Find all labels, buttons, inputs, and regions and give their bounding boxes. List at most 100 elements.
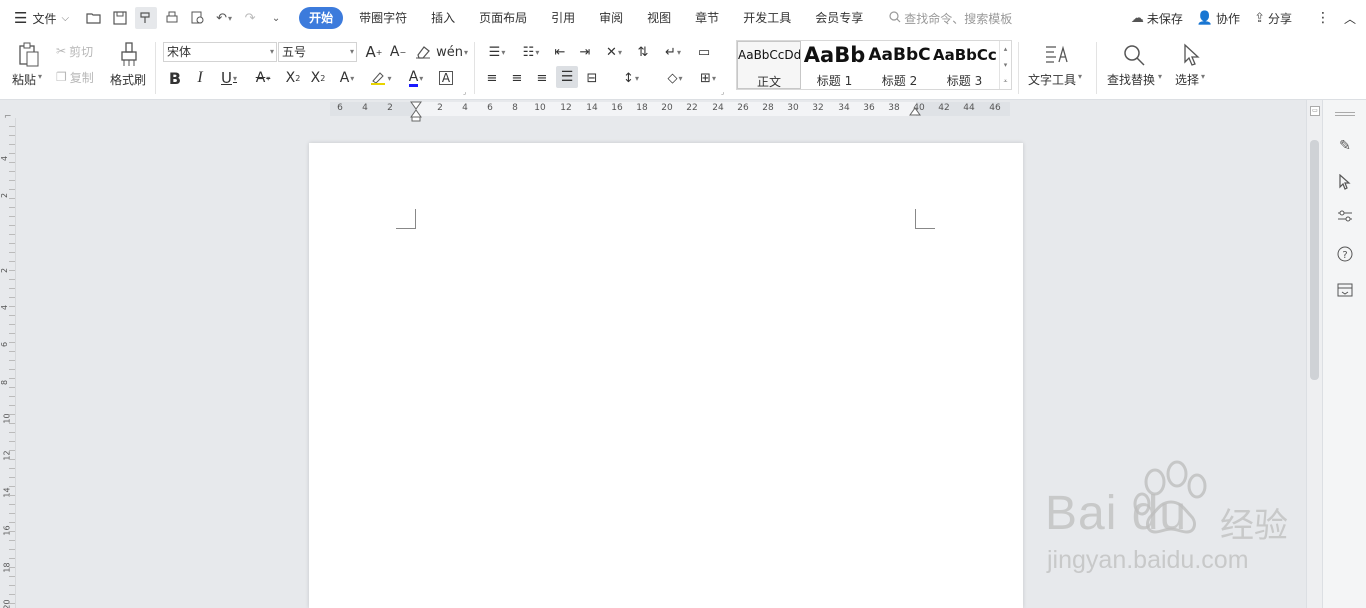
decrease-indent-icon[interactable]: ⇤	[550, 42, 570, 62]
right-indent-marker-icon[interactable]	[909, 106, 921, 116]
line-spacing-icon[interactable]: ↕ ▾	[616, 68, 646, 88]
format-painter-button[interactable]	[114, 40, 144, 70]
ruler-minor-tick	[9, 495, 15, 496]
clear-format-icon[interactable]	[413, 42, 433, 62]
collapse-ribbon-icon[interactable]: ︿	[1344, 10, 1356, 27]
grow-font-icon[interactable]: A +	[364, 42, 384, 62]
print-preview-icon[interactable]	[187, 7, 209, 29]
customize-toolbar-icon[interactable]: ⌄	[265, 7, 287, 29]
ruler-minor-tick	[9, 549, 15, 550]
chinese-layout-icon[interactable]: ✕ ▾	[600, 42, 628, 62]
vertical-scrollbar[interactable]: ▭	[1306, 100, 1322, 608]
tab-page-layout[interactable]: 页面布局	[467, 7, 539, 29]
unsaved-status-button[interactable]: ☁ 未保存	[1131, 10, 1183, 27]
command-search[interactable]: 查找命令、搜索模板	[889, 10, 1012, 27]
paste-dropdown-icon[interactable]: ▾	[38, 72, 42, 81]
ruler-tick-label: 2	[0, 192, 10, 199]
text-effect-icon[interactable]: A ▾	[333, 68, 361, 88]
show-marks-icon[interactable]: ↵ ▾	[658, 42, 688, 62]
vertical-ruler[interactable]: 4 2 2 4 6 8 10 12 14 16 18 20	[0, 118, 16, 608]
style-heading-1[interactable]: AaBb 标题 1	[803, 41, 866, 89]
find-replace-button[interactable]	[1118, 40, 1150, 70]
tab-enclosed-chars[interactable]: 带圈字符	[347, 7, 419, 29]
styles-gallery: AaBbCcDd 正文 AaBb 标题 1 AaBbC 标题 2 AaBbCc …	[736, 40, 1012, 90]
sort-icon[interactable]: ⇅	[633, 42, 653, 62]
scrollbar-thumb[interactable]	[1310, 140, 1319, 380]
tab-references[interactable]: 引用	[539, 7, 587, 29]
align-left-icon[interactable]: ≡	[482, 68, 502, 88]
paste-button[interactable]	[12, 40, 46, 70]
ruler-tick-label: 34	[838, 103, 850, 113]
paragraph-dialog-launcher-icon[interactable]: ⌟	[721, 88, 724, 96]
font-name-select[interactable]: 宋体 ▾	[163, 42, 277, 62]
bullets-icon[interactable]: ☰ ▾	[482, 42, 512, 62]
ruler-toggle-icon[interactable]: ▭	[693, 42, 715, 62]
save-icon[interactable]	[109, 7, 131, 29]
tab-chapter[interactable]: 章节	[683, 7, 731, 29]
distributed-icon[interactable]: ⊟	[582, 68, 602, 88]
style-heading-2[interactable]: AaBbC 标题 2	[868, 41, 931, 89]
style-heading-3[interactable]: AaBbCc 标题 3	[933, 41, 996, 89]
numbering-icon[interactable]: ☷ ▾	[516, 42, 546, 62]
collaborate-button[interactable]: 👤 协作	[1197, 10, 1240, 27]
ruler-minor-tick	[9, 450, 15, 451]
ruler-minor-tick	[9, 135, 15, 136]
horizontal-ruler[interactable]: 6 4 2 2 4 6 8 10 12 14 16 18 20 22 24 26 28 30 32 34 36 38 40 4…	[0, 100, 1306, 122]
cursor-select-icon[interactable]	[1335, 172, 1355, 192]
strikethrough-icon[interactable]: A ▾	[249, 68, 277, 88]
borders-icon[interactable]: ⊞ ▾	[694, 68, 722, 88]
align-right-icon[interactable]: ≡	[532, 68, 552, 88]
shrink-font-icon[interactable]: A −	[388, 42, 408, 62]
shading-icon[interactable]: ◇ ▾	[660, 68, 690, 88]
subscript-icon[interactable]: X2	[307, 68, 329, 88]
share-button[interactable]: ⇪ 分享	[1254, 10, 1292, 27]
text-tools-icon	[1046, 45, 1068, 63]
split-view-icon[interactable]: ▭	[1310, 106, 1320, 116]
tab-insert[interactable]: 插入	[419, 7, 467, 29]
cut-button[interactable]: ✂ 剪切	[56, 42, 93, 60]
italic-icon[interactable]: I	[190, 68, 210, 88]
pen-icon[interactable]: ✎	[1335, 136, 1355, 156]
font-dialog-launcher-icon[interactable]: ⌟	[463, 88, 466, 96]
style-normal[interactable]: AaBbCcDd 正文	[737, 41, 801, 89]
styles-scroll[interactable]: ▴ ▾ ⩡	[999, 41, 1011, 89]
panel-handle-icon[interactable]	[1335, 112, 1355, 116]
tab-view[interactable]: 视图	[635, 7, 683, 29]
sliders-icon[interactable]	[1335, 206, 1355, 226]
user-add-icon: 👤	[1196, 10, 1214, 26]
first-line-indent-marker-icon[interactable]	[410, 101, 422, 123]
phonetic-guide-icon[interactable]: wén ▾	[436, 42, 468, 62]
increase-indent-icon[interactable]: ⇥	[575, 42, 595, 62]
highlight-icon[interactable]: ▾	[366, 68, 396, 88]
document-page[interactable]	[309, 143, 1023, 608]
underline-icon[interactable]: U ▾	[214, 68, 244, 88]
align-center-icon[interactable]: ≡	[507, 68, 527, 88]
copy-button[interactable]: ❐ 复制	[56, 68, 94, 86]
text-tools-button[interactable]	[1040, 40, 1072, 70]
help-icon[interactable]: ?	[1335, 244, 1355, 264]
tab-review[interactable]: 审阅	[587, 7, 635, 29]
bold-icon[interactable]: B	[165, 68, 185, 88]
tab-home[interactable]: 开始	[299, 7, 344, 29]
undo-icon[interactable]: ↶ ▾	[213, 7, 235, 29]
print-icon[interactable]	[161, 7, 183, 29]
ruler-minor-tick	[9, 261, 15, 262]
redo-icon[interactable]: ↷	[239, 7, 261, 29]
format-painter-quick-icon[interactable]	[135, 7, 158, 29]
ruler-tick-label: 2	[387, 103, 393, 113]
chevron-down-icon: ▾	[349, 47, 354, 56]
font-color-icon[interactable]: A ▾	[402, 68, 430, 88]
file-menu[interactable]: ☰ 文件 ⌵	[0, 0, 77, 36]
superscript-icon[interactable]: X2	[282, 68, 304, 88]
more-options-icon[interactable]: ⋮	[1316, 10, 1330, 26]
select-button[interactable]	[1176, 40, 1206, 70]
tab-developer[interactable]: 开发工具	[731, 7, 803, 29]
tab-member[interactable]: 会员专享	[803, 7, 875, 29]
char-border-icon[interactable]: A	[436, 68, 456, 88]
ruler-minor-tick	[9, 333, 15, 334]
font-size-select[interactable]: 五号 ▾	[278, 42, 357, 62]
open-folder-icon[interactable]	[83, 7, 105, 29]
justify-icon[interactable]: ☰	[556, 66, 578, 88]
inbox-icon[interactable]	[1335, 280, 1355, 300]
style-preview: AaBbCc	[933, 46, 996, 64]
